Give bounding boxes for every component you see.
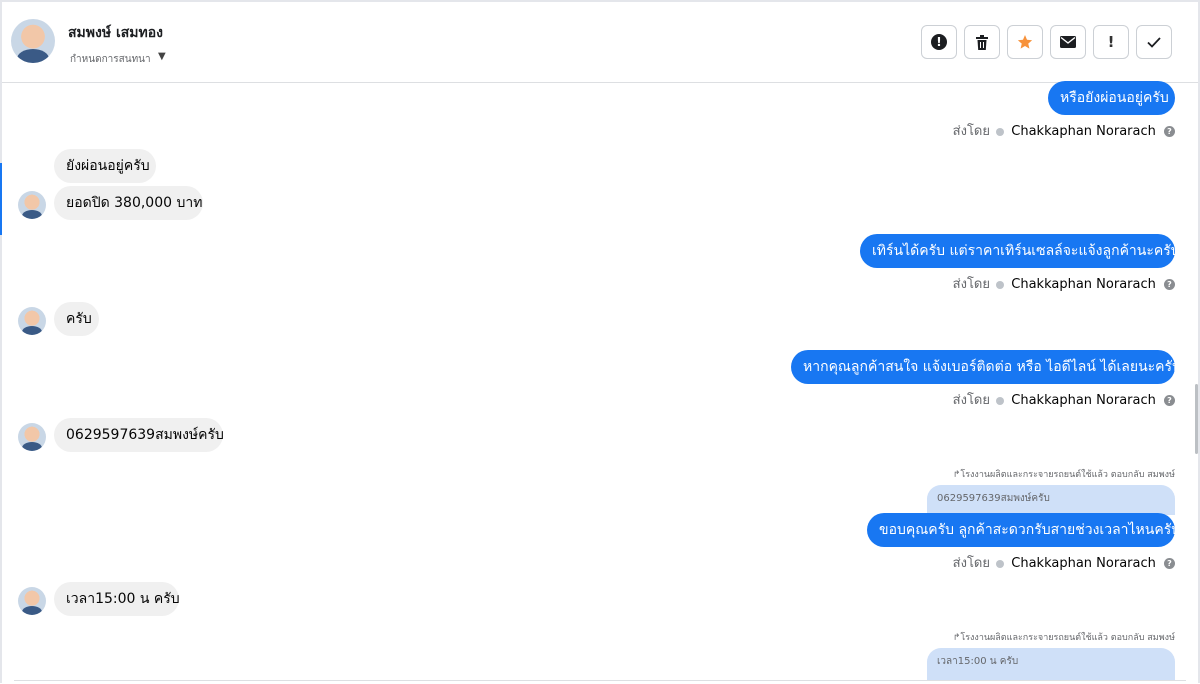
incoming-message[interactable]: ยังผ่อนอยู่ครับ [54,149,156,183]
outgoing-message[interactable]: ขอบคุณครับ ลูกค้าสะดวกรับสายช่วงเวลาไหนค… [867,513,1180,547]
help-icon[interactable]: ? [1164,279,1175,290]
contact-avatar-small[interactable] [18,423,46,451]
exclamation-icon: ! [1107,33,1115,51]
page-icon [996,280,1005,289]
follow-up-button[interactable]: ! [1093,25,1129,59]
agent-name[interactable]: Chakkaphan Norarach [1011,124,1156,139]
sent-by-prefix: ส่งโดย [952,556,990,571]
reply-note-text: โรงงานผลิตและกระจายรถยนต์ใช้แล้ว ตอบกลับ… [960,633,1175,643]
contact-avatar[interactable] [11,19,55,63]
reply-context: ↱โรงงานผลิตและกระจายรถยนต์ใช้แล้ว ตอบกลั… [953,467,1175,481]
scrollbar-thumb[interactable] [1195,384,1198,454]
star-icon [1017,35,1033,49]
agent-name[interactable]: Chakkaphan Norarach [1011,393,1156,408]
incoming-message[interactable]: ครับ [54,302,99,336]
reply-note-text: โรงงานผลิตและกระจายรถยนต์ใช้แล้ว ตอบกลับ… [960,470,1175,480]
help-icon[interactable]: ? [1164,558,1175,569]
sent-by-label: ส่งโดย Chakkaphan Norarach ? [952,120,1175,139]
checkmark-icon [1147,36,1161,48]
star-button[interactable] [1007,25,1043,59]
sent-by-label: ส่งโดย Chakkaphan Norarach ? [952,273,1175,292]
outgoing-message[interactable]: หรือยังผ่อนอยู่ครับ [1048,81,1175,115]
sent-by-label: ส่งโดย Chakkaphan Norarach ? [952,389,1175,408]
trash-icon [976,34,988,50]
composer-top-edge [14,680,1186,684]
contact-name[interactable]: สมพงษ์ เสมทอง [68,22,163,44]
incoming-message[interactable]: ยอดปิด 380,000 บาท [54,186,203,220]
sent-by-prefix: ส่งโดย [952,393,990,408]
exclamation-circle-icon: ! [931,34,947,50]
incoming-message[interactable]: 0629597639สมพงษ์ครับ [54,418,224,452]
active-indicator [0,163,2,235]
spam-button[interactable]: ! [921,25,957,59]
sent-by-prefix: ส่งโดย [952,124,990,139]
reply-context: ↱โรงงานผลิตและกระจายรถยนต์ใช้แล้ว ตอบกลั… [953,630,1175,644]
help-icon[interactable]: ? [1164,395,1175,406]
frame-left-border [0,0,2,683]
sent-by-prefix: ส่งโดย [952,277,990,292]
mark-unread-button[interactable] [1050,25,1086,59]
caret-down-icon[interactable]: ▼ [158,51,166,62]
mark-done-button[interactable] [1136,25,1172,59]
quoted-message[interactable]: เวลา15:00 น ครับ [927,648,1175,680]
envelope-icon [1060,36,1076,48]
page-icon [996,127,1005,136]
contact-avatar-small[interactable] [18,587,46,615]
incoming-message[interactable]: เวลา15:00 น ครับ [54,582,180,616]
page-icon [996,396,1005,405]
delete-button[interactable] [964,25,1000,59]
page-icon [996,559,1005,568]
help-icon[interactable]: ? [1164,126,1175,137]
outgoing-message[interactable]: หากคุณลูกค้าสนใจ แจ้งเบอร์ติดต่อ หรือ ไอ… [791,350,1181,384]
conversation-header: สมพงษ์ เสมทอง กำหนดการสนทนา ▼ ! ! [2,2,1198,83]
contact-avatar-small[interactable] [18,191,46,219]
agent-name[interactable]: Chakkaphan Norarach [1011,556,1156,571]
contact-avatar-small[interactable] [18,307,46,335]
outgoing-message[interactable]: เทิร์นได้ครับ แต่ราคาเทิร์นเซลล์จะแจ้งลู… [860,234,1180,268]
assign-conversation-label[interactable]: กำหนดการสนทนา [70,52,151,67]
quoted-message[interactable]: 0629597639สมพงษ์ครับ [927,485,1175,515]
sent-by-label: ส่งโดย Chakkaphan Norarach ? [952,552,1175,571]
agent-name[interactable]: Chakkaphan Norarach [1011,277,1156,292]
